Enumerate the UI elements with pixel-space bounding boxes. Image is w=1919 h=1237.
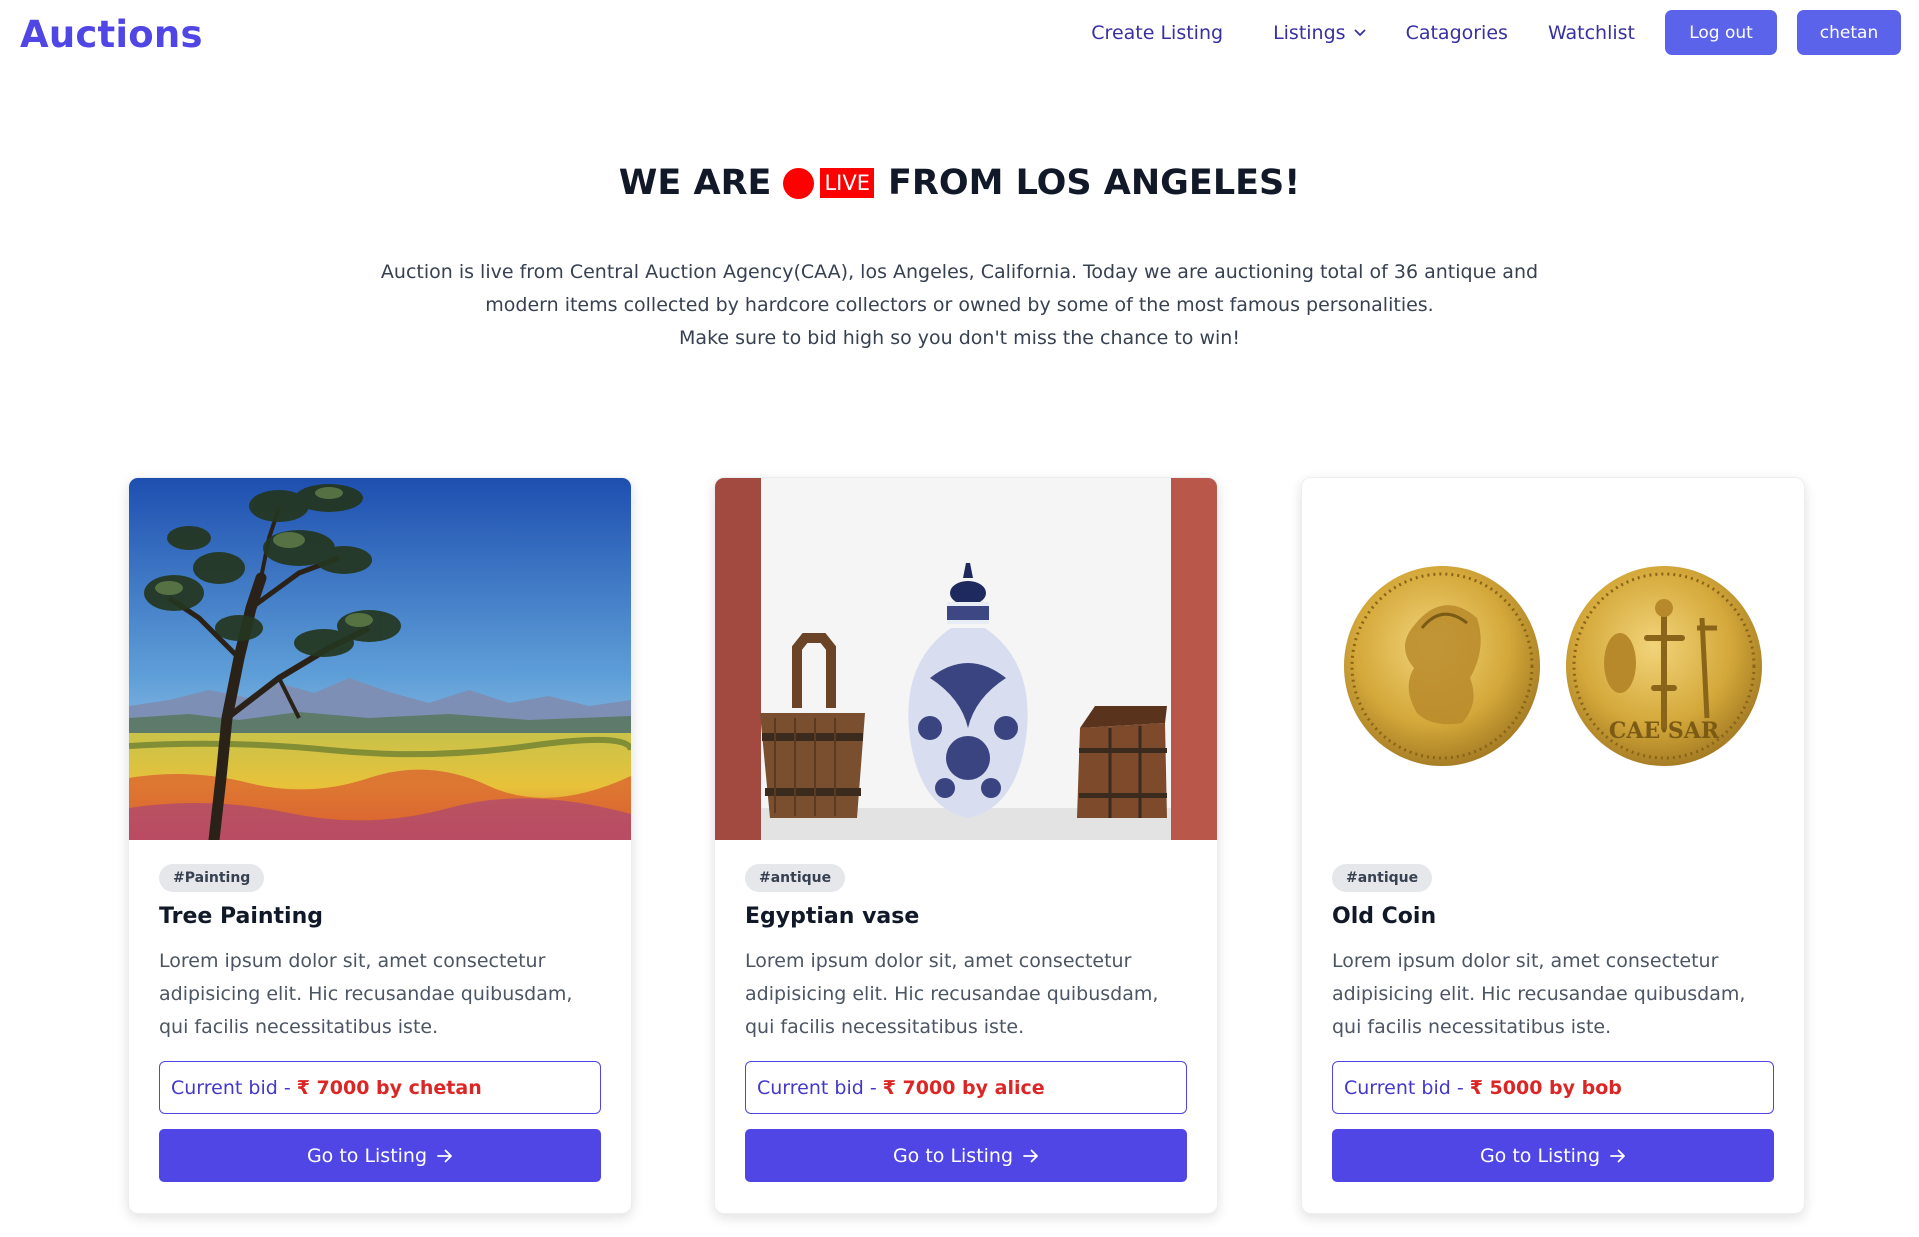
bid-value: ₹ 5000 by bob xyxy=(1469,1076,1622,1099)
arrow-right-icon xyxy=(1023,1149,1038,1162)
card-title: Egyptian vase xyxy=(745,904,920,929)
card-body: #Painting Tree Painting Lorem ipsum dolo… xyxy=(129,840,631,1182)
go-to-listing-button[interactable]: Go to Listing xyxy=(1332,1129,1774,1182)
hero-description: Auction is live from Central Auction Age… xyxy=(0,256,1919,355)
go-to-listing-label: Go to Listing xyxy=(1479,1144,1601,1167)
hero-title: WE ARE LIVE FROM LOS ANGELES! xyxy=(0,163,1919,203)
hero-title-before: WE ARE xyxy=(618,163,772,203)
arrow-right-icon xyxy=(1610,1149,1625,1162)
hero-desc-line: Auction is live from Central Auction Age… xyxy=(380,261,1539,283)
hero-title-after: FROM LOS ANGELES! xyxy=(887,163,1301,203)
go-to-listing-button[interactable]: Go to Listing xyxy=(745,1129,1187,1182)
card-title: Tree Painting xyxy=(159,904,323,929)
listing-card: CAE·SAR #antique Old Coin Lorem ipsum do… xyxy=(1301,477,1805,1214)
bid-value: ₹ 7000 by alice xyxy=(882,1076,1045,1099)
card-description: Lorem ipsum dolor sit, amet consectetur … xyxy=(159,950,573,1038)
hero-desc-line: modern items collected by hardcore colle… xyxy=(485,294,1434,316)
bid-label: Current bid - xyxy=(171,1076,291,1099)
listing-card: #Painting Tree Painting Lorem ipsum dolo… xyxy=(128,477,632,1214)
nav-listings-label: Listings xyxy=(1273,21,1346,44)
user-menu-button[interactable]: chetan xyxy=(1797,10,1901,55)
live-badge: LIVE xyxy=(820,168,874,198)
nav-watchlist[interactable]: Watchlist xyxy=(1548,22,1635,44)
card-description: Lorem ipsum dolor sit, amet consectetur … xyxy=(745,950,1159,1038)
arrow-right-icon xyxy=(437,1149,452,1162)
current-bid-box: Current bid - ₹ 7000 by chetan xyxy=(159,1061,601,1114)
listing-card: #antique Egyptian vase Lorem ipsum dolor… xyxy=(714,477,1218,1214)
bid-label: Current bid - xyxy=(757,1076,877,1099)
nav-categories[interactable]: Catagories xyxy=(1406,22,1508,44)
go-to-listing-label: Go to Listing xyxy=(306,1144,428,1167)
go-to-listing-label: Go to Listing xyxy=(892,1144,1014,1167)
category-tag[interactable]: #antique xyxy=(745,864,846,892)
nav-links: Create Listing Listings Catagories Watch… xyxy=(1091,10,1901,55)
svg-text:CAE·SAR: CAE·SAR xyxy=(1609,718,1720,744)
egyptian-vase-image xyxy=(715,478,1217,840)
bid-value: ₹ 7000 by chetan xyxy=(296,1076,482,1099)
card-body: #antique Egyptian vase Lorem ipsum dolor… xyxy=(715,840,1217,1182)
current-bid-box: Current bid - ₹ 5000 by bob xyxy=(1332,1061,1774,1114)
top-navbar: Auctions Create Listing Listings Catagor… xyxy=(0,0,1919,70)
current-bid-box: Current bid - ₹ 7000 by alice xyxy=(745,1061,1187,1114)
card-description: Lorem ipsum dolor sit, amet consectetur … xyxy=(1332,950,1746,1038)
logout-button[interactable]: Log out xyxy=(1665,10,1777,55)
brand-logo[interactable]: Auctions xyxy=(20,13,203,56)
card-title: Old Coin xyxy=(1332,904,1437,929)
chevron-down-icon xyxy=(1354,29,1365,36)
nav-listings-dropdown[interactable]: Listings xyxy=(1273,22,1366,44)
live-dot-icon xyxy=(783,167,815,199)
tree-painting-image xyxy=(129,478,631,840)
category-tag[interactable]: #Painting xyxy=(159,864,265,892)
category-tag[interactable]: #antique xyxy=(1332,864,1433,892)
nav-create-listing[interactable]: Create Listing xyxy=(1091,22,1223,44)
bid-label: Current bid - xyxy=(1344,1076,1464,1099)
hero-desc-line: Make sure to bid high so you don't miss … xyxy=(679,327,1240,349)
old-coin-image: CAE·SAR xyxy=(1302,478,1804,840)
card-body: #antique Old Coin Lorem ipsum dolor sit,… xyxy=(1302,840,1804,1182)
go-to-listing-button[interactable]: Go to Listing xyxy=(159,1129,601,1182)
